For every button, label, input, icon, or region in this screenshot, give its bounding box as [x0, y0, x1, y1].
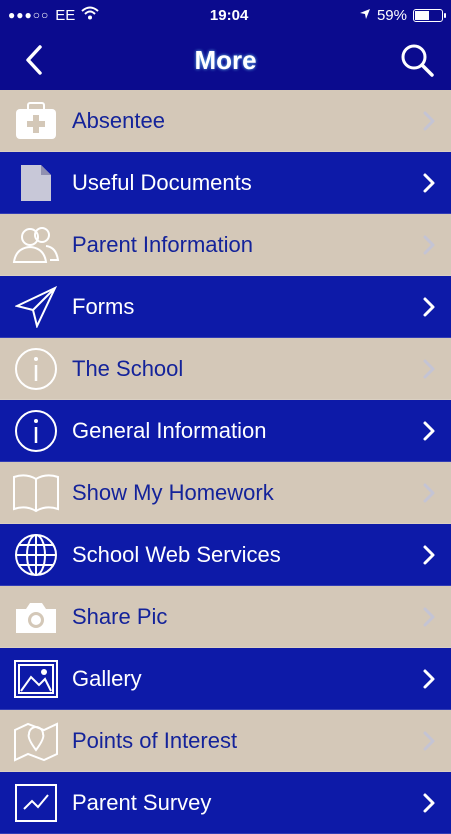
medical-kit-icon — [0, 101, 72, 141]
status-bar: ●●●○○ EE 19:04 59% — [0, 0, 451, 30]
back-button[interactable] — [14, 40, 54, 80]
menu-item-label: Useful Documents — [72, 169, 252, 195]
menu-item-the-school[interactable]: The School — [0, 338, 451, 400]
info-icon — [0, 347, 72, 391]
menu-item-label: Parent Survey — [72, 789, 212, 815]
people-icon — [0, 226, 72, 264]
menu-item-parent-survey[interactable]: Parent Survey — [0, 772, 451, 834]
menu-item-label: Parent Information — [72, 231, 253, 257]
menu-item-show-my-homework[interactable]: Show My Homework — [0, 462, 451, 524]
menu-list: Absentee Useful Documents Parent Informati… — [0, 90, 451, 834]
document-icon — [0, 163, 72, 203]
chevron-right-icon — [407, 482, 451, 504]
chevron-right-icon — [407, 606, 451, 628]
menu-item-gallery[interactable]: Gallery — [0, 648, 451, 710]
menu-item-label: Points of Interest — [72, 727, 238, 753]
chevron-left-icon — [26, 45, 42, 75]
chevron-right-icon — [407, 172, 451, 194]
menu-item-label: Absentee — [72, 107, 165, 133]
search-icon — [401, 44, 434, 77]
menu-item-label: Gallery — [72, 665, 142, 691]
chevron-right-icon — [407, 358, 451, 380]
menu-item-absentee[interactable]: Absentee — [0, 90, 451, 152]
menu-item-label: Show My Homework — [72, 479, 274, 505]
survey-icon — [0, 783, 72, 823]
image-icon — [0, 659, 72, 699]
book-icon — [0, 473, 72, 513]
chevron-right-icon — [407, 420, 451, 442]
chevron-right-icon — [407, 110, 451, 132]
menu-item-parent-information[interactable]: Parent Information — [0, 214, 451, 276]
navigation-bar: More — [0, 30, 451, 90]
menu-item-label: Share Pic — [72, 603, 168, 629]
menu-item-label: The School — [72, 355, 184, 381]
info-icon — [0, 409, 72, 453]
chevron-right-icon — [407, 296, 451, 318]
camera-icon — [0, 599, 72, 635]
location-arrow-icon — [359, 7, 371, 24]
chevron-right-icon — [407, 234, 451, 256]
menu-item-general-information[interactable]: General Information — [0, 400, 451, 462]
chevron-right-icon — [407, 544, 451, 566]
carrier-name: EE — [55, 6, 76, 24]
wifi-icon — [81, 6, 99, 24]
menu-item-label: Forms — [72, 293, 135, 319]
map-pin-icon — [0, 720, 72, 762]
search-button[interactable] — [397, 40, 437, 80]
chevron-right-icon — [407, 730, 451, 752]
menu-item-useful-documents[interactable]: Useful Documents — [0, 152, 451, 214]
paper-plane-icon — [0, 285, 72, 328]
clock: 19:04 — [209, 6, 249, 24]
globe-icon — [0, 533, 72, 577]
battery-icon — [412, 8, 446, 22]
menu-item-forms[interactable]: Forms — [0, 276, 451, 338]
page-title: More — [194, 44, 257, 75]
signal-strength: ●●●○○ — [8, 8, 50, 22]
menu-item-label: General Information — [72, 417, 267, 443]
chevron-right-icon — [407, 668, 451, 690]
chevron-right-icon — [407, 792, 451, 814]
menu-item-share-pic[interactable]: Share Pic — [0, 586, 451, 648]
menu-item-school-web-services[interactable]: School Web Services — [0, 524, 451, 586]
menu-item-label: School Web Services — [72, 541, 281, 567]
menu-item-points-of-interest[interactable]: Points of Interest — [0, 710, 451, 772]
battery-percent: 59% — [376, 6, 407, 24]
